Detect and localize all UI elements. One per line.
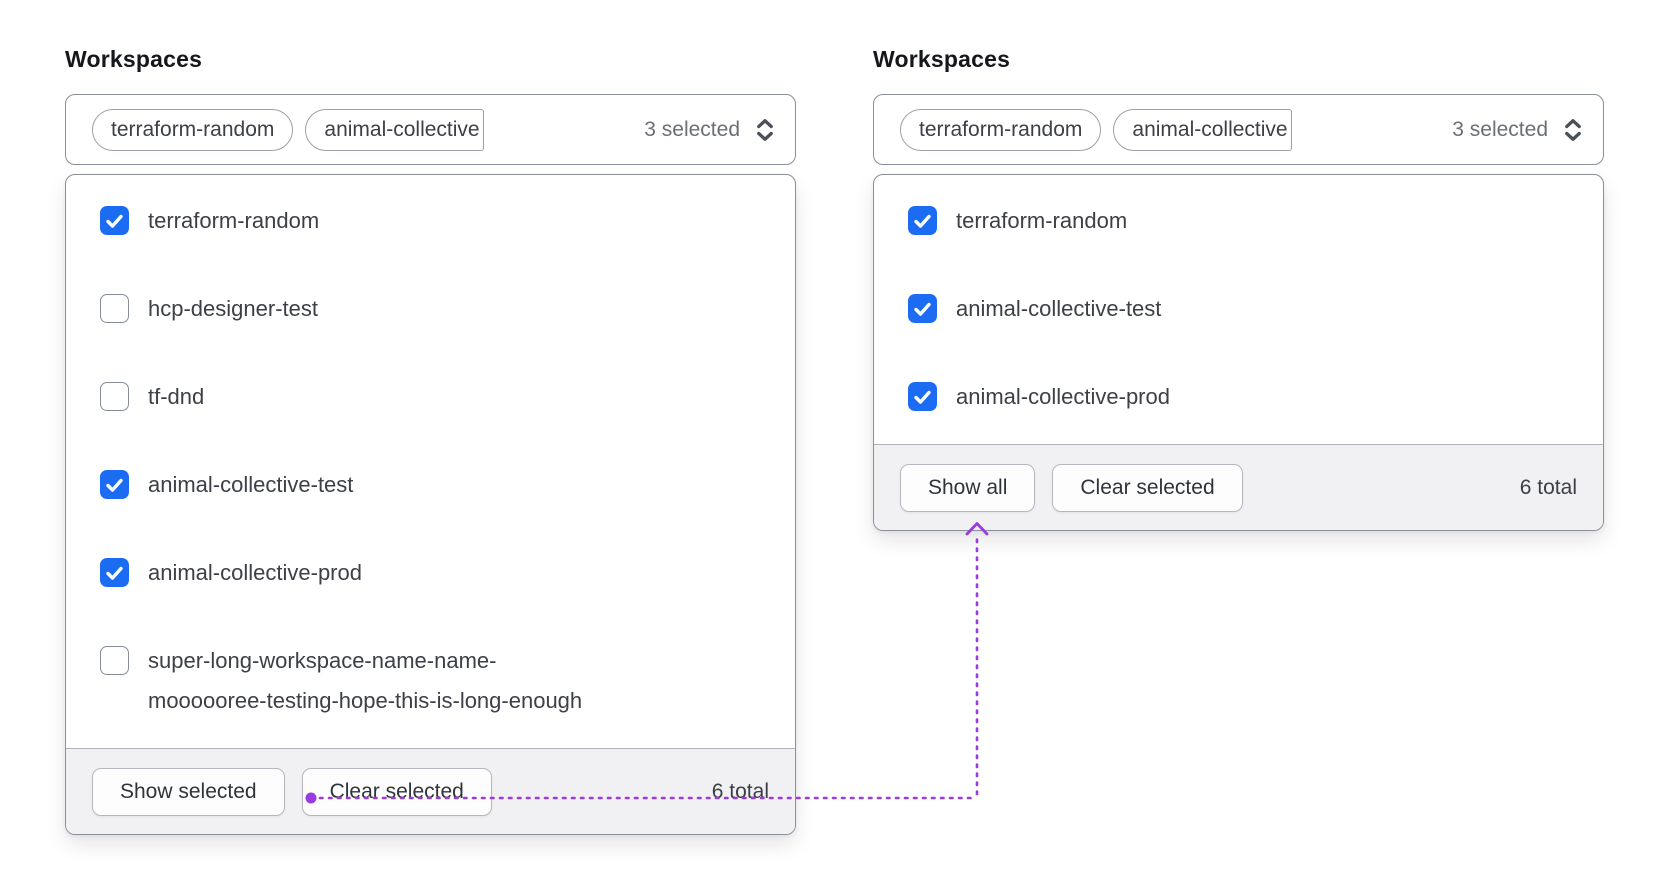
selected-count: 3 selected [1452,117,1548,141]
check-icon [106,478,123,492]
option-label: animal-collective-test [956,296,1162,321]
checkbox[interactable] [908,382,937,411]
checkbox[interactable] [908,294,937,323]
check-icon [914,390,931,404]
trigger-count-group: 3 selected [1442,115,1588,145]
options-list: terraform-random animal-collective-test … [874,175,1603,444]
option-row[interactable]: animal-collective-prod [908,382,1575,417]
field-label: Workspaces [65,46,203,72]
checkbox[interactable] [908,206,937,235]
option-label-line2: moooooree-testing-hope-this-is-long-enou… [148,688,583,713]
option-label-line1: super-long-workspace-name-name- [148,648,497,673]
check-icon [106,566,123,580]
option-label: terraform-random [956,208,1128,233]
show-selected-button[interactable]: Show selected [92,767,285,816]
listbox-footer: Show selected Clear selected 6 total [66,748,795,834]
listbox-footer: Show all Clear selected 6 total [874,444,1603,530]
options-list: terraform-random hcp-designer-test tf-dn… [66,175,795,748]
up-down-chevron-icon [1565,118,1581,141]
workspaces-multiselect-right: Workspaces terraform-random animal-colle… [873,46,1604,531]
option-label: animal-collective-test [148,472,354,497]
total-count: 6 total [711,779,769,803]
checkbox[interactable] [100,294,129,323]
selected-tag[interactable]: terraform-random [900,108,1102,151]
option-row[interactable]: hcp-designer-test [100,294,767,329]
option-row[interactable]: tf-dnd [100,382,767,417]
workspaces-multiselect-left: Workspaces terraform-random animal-colle… [65,46,796,835]
show-all-button[interactable]: Show all [900,463,1036,512]
multiselect-trigger[interactable]: terraform-random animal-collective 3 sel… [873,94,1604,165]
clear-selected-button[interactable]: Clear selected [301,767,492,816]
option-row[interactable]: terraform-random [908,206,1575,241]
total-count: 6 total [1519,475,1577,499]
option-row[interactable]: animal-collective-prod [100,558,767,593]
checkbox[interactable] [100,558,129,587]
option-label: hcp-designer-test [148,296,318,321]
options-listbox: terraform-random animal-collective-test … [873,174,1604,531]
option-label: tf-dnd [148,384,205,409]
option-label: super-long-workspace-name-name-moooooree… [148,641,582,721]
field-label: Workspaces [873,46,1011,72]
clear-selected-button[interactable]: Clear selected [1052,463,1243,512]
option-label: terraform-random [148,208,320,233]
selected-tag-clipped[interactable]: animal-collective [305,108,484,151]
selected-tag-clipped[interactable]: animal-collective [1113,108,1292,151]
trigger-count-group: 3 selected [634,115,780,145]
selected-tag[interactable]: terraform-random [92,108,294,151]
multiselect-trigger[interactable]: terraform-random animal-collective 3 sel… [65,94,796,165]
option-row[interactable]: super-long-workspace-name-name-moooooree… [100,646,767,721]
option-row[interactable]: animal-collective-test [908,294,1575,329]
option-label: animal-collective-prod [148,560,362,585]
selected-count: 3 selected [644,117,740,141]
check-icon [914,302,931,316]
option-label: animal-collective-prod [956,384,1170,409]
options-listbox: terraform-random hcp-designer-test tf-dn… [65,174,796,835]
check-icon [914,214,931,228]
checkbox[interactable] [100,382,129,411]
checkbox[interactable] [100,206,129,235]
up-down-chevron-icon [757,118,773,141]
option-row[interactable]: animal-collective-test [100,470,767,505]
checkbox[interactable] [100,646,129,675]
checkbox[interactable] [100,470,129,499]
option-row[interactable]: terraform-random [100,206,767,241]
check-icon [106,214,123,228]
